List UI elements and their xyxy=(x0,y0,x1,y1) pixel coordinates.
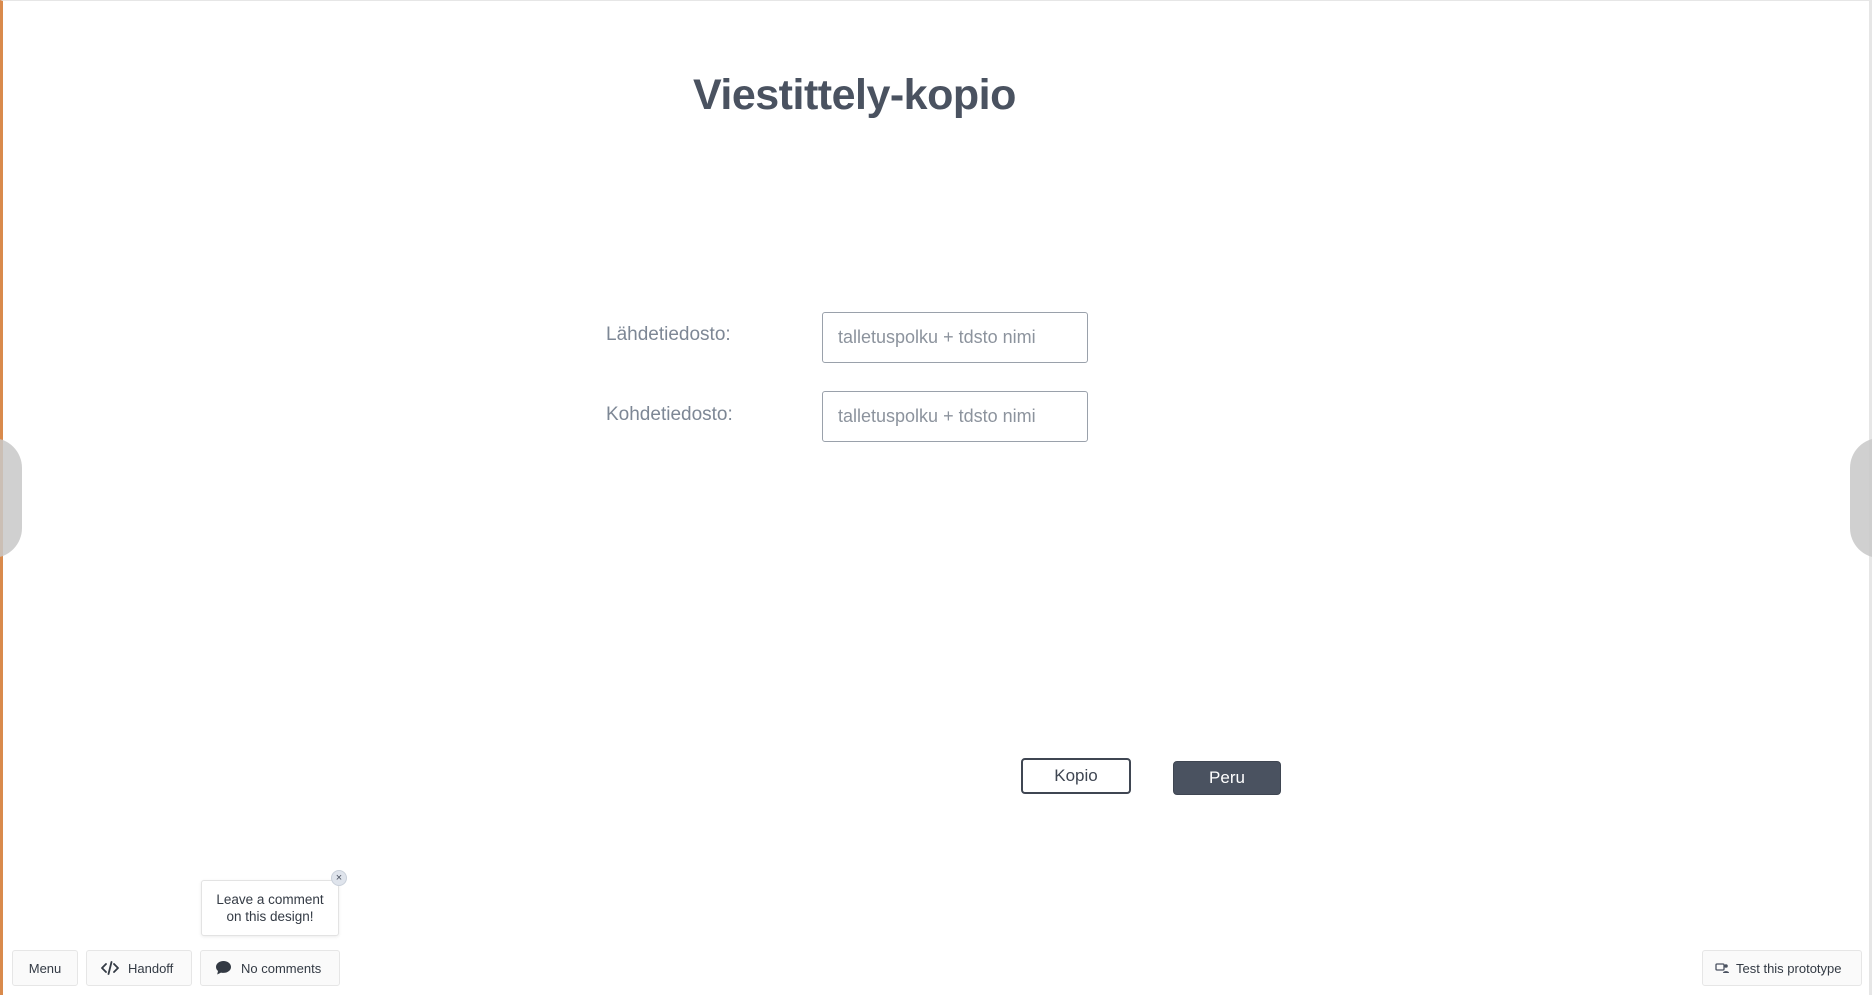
close-tooltip-button[interactable]: × xyxy=(331,870,347,886)
handoff-button[interactable]: Handoff xyxy=(86,950,192,986)
user-test-icon xyxy=(1715,962,1729,974)
copy-button[interactable]: Kopio xyxy=(1021,758,1131,794)
target-file-label: Kohdetiedosto: xyxy=(606,404,733,425)
cancel-button[interactable]: Peru xyxy=(1173,761,1281,795)
page-title: Viestittely-kopio xyxy=(693,71,1016,119)
menu-button[interactable]: Menu xyxy=(12,950,78,986)
test-prototype-label: Test this prototype xyxy=(1736,960,1842,976)
speech-bubble-icon xyxy=(215,960,232,976)
handoff-label: Handoff xyxy=(128,960,174,976)
comment-prompt-line2: on this design! xyxy=(226,909,314,924)
comments-label: No comments xyxy=(241,960,322,976)
previous-screen-arrow[interactable] xyxy=(0,438,22,558)
comment-prompt-line1: Leave a comment xyxy=(216,892,324,907)
test-prototype-button[interactable]: Test this prototype xyxy=(1702,950,1862,986)
next-screen-arrow[interactable] xyxy=(1850,438,1872,558)
code-brackets-icon xyxy=(101,961,119,975)
source-file-label: Lähdetiedosto: xyxy=(606,324,731,345)
prototype-canvas: Viestittely-kopio Lähdetiedosto: Kohdeti… xyxy=(0,0,1872,995)
source-file-input[interactable] xyxy=(822,312,1088,363)
menu-label: Menu xyxy=(28,960,62,976)
target-file-input[interactable] xyxy=(822,391,1088,442)
comment-prompt-tooltip: Leave a comment on this design! xyxy=(201,880,339,936)
comments-button[interactable]: No comments xyxy=(200,950,340,986)
